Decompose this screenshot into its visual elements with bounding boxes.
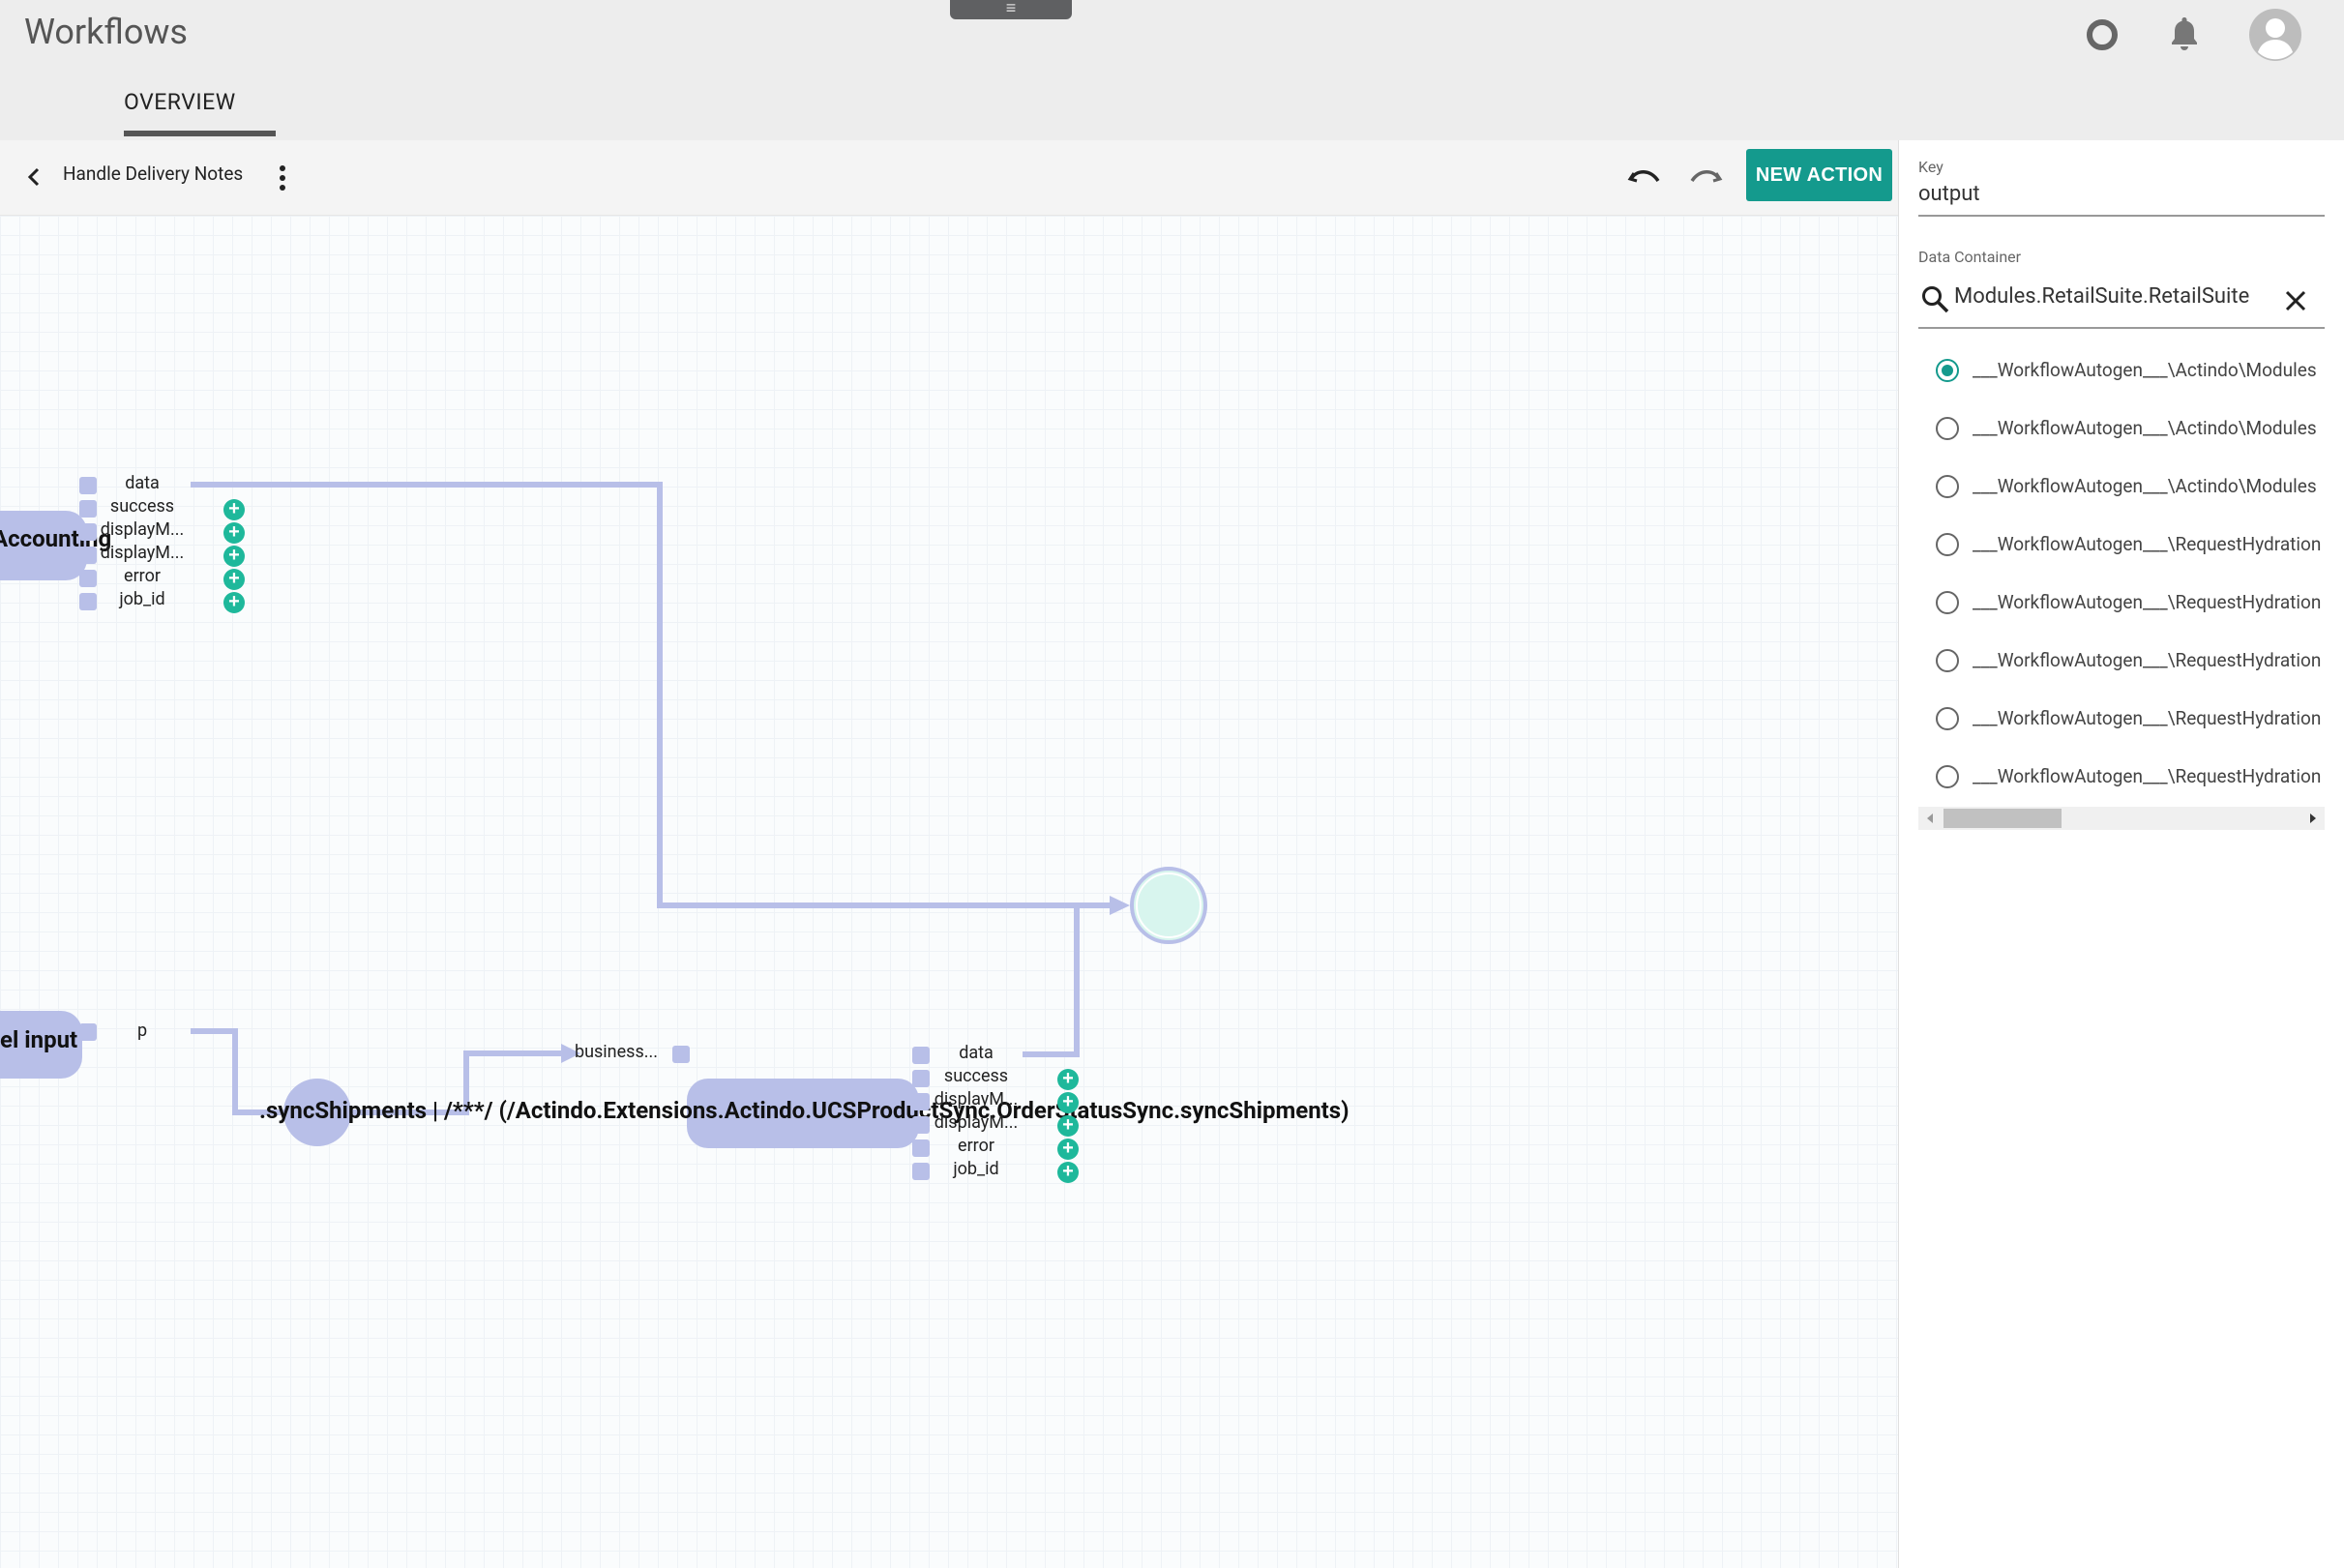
key-field[interactable]: output — [1918, 182, 1980, 206]
port-label: success — [109, 496, 175, 517]
port-label: displayM... — [100, 543, 185, 563]
scroll-right-icon[interactable] — [2306, 811, 2320, 826]
radio-icon[interactable] — [1936, 707, 1959, 730]
port-label: data — [959, 1043, 994, 1063]
data-container-label: Data Container — [1918, 248, 2022, 266]
workflow-connections — [191, 482, 1207, 1146]
port-label: success — [943, 1066, 1009, 1086]
add-port-icon[interactable]: + — [1057, 1092, 1079, 1113]
radio-icon[interactable] — [1936, 765, 1959, 788]
radio-checked-icon[interactable] — [1936, 359, 1959, 382]
data-container-option[interactable]: ___WorkflowAutogen___\RequestHydration — [1930, 699, 2327, 738]
add-port-icon[interactable]: + — [1057, 1139, 1079, 1160]
option-label: ___WorkflowAutogen___\RequestHydration — [1973, 707, 2322, 729]
data-container-option[interactable]: ___WorkflowAutogen___\RequestHydration — [1930, 641, 2327, 680]
port-label: job_id — [953, 1159, 999, 1179]
connection-wire — [191, 482, 1122, 908]
data-container-option[interactable]: ___WorkflowAutogen___\Actindo\Modules — [1930, 351, 2327, 390]
port-handle[interactable] — [672, 1046, 690, 1063]
data-container-option[interactable]: ___WorkflowAutogen___\Actindo\Modules — [1930, 409, 2327, 448]
app-title: Workflows — [24, 12, 188, 52]
node-title: .syncShipments | /***/ (/Actindo.Extensi… — [259, 1097, 1350, 1124]
search-input[interactable]: Modules.RetailSuite.RetailSuite — [1954, 284, 2269, 309]
add-port-icon[interactable]: + — [1057, 1115, 1079, 1137]
option-label: ___WorkflowAutogen___\Actindo\Modules — [1973, 475, 2317, 497]
option-label: ___WorkflowAutogen___\RequestHydration — [1973, 649, 2322, 671]
option-label: ___WorkflowAutogen___\RequestHydration — [1973, 533, 2322, 555]
clear-icon[interactable] — [2281, 286, 2310, 315]
port-label: job_id — [119, 589, 165, 609]
radio-icon[interactable] — [1936, 649, 1959, 672]
tab-overview[interactable]: OVERVIEW — [124, 89, 236, 115]
port-label: error — [958, 1136, 994, 1156]
add-port-icon[interactable]: + — [223, 592, 245, 613]
port-label: data — [125, 473, 160, 493]
option-label: ___WorkflowAutogen___\RequestHydration — [1973, 765, 2322, 787]
new-action-button[interactable]: NEW ACTION — [1746, 149, 1892, 201]
data-container-option[interactable]: ___WorkflowAutogen___\RequestHydration — [1930, 525, 2327, 564]
port-label: displayM... — [934, 1089, 1019, 1109]
app-header — [0, 0, 2344, 140]
search-icon — [1922, 286, 1949, 313]
radio-icon[interactable] — [1936, 475, 1959, 498]
radio-icon[interactable] — [1936, 533, 1959, 556]
option-label: ___WorkflowAutogen___\Actindo\Modules — [1973, 417, 2317, 439]
workflow-name: Handle Delivery Notes — [63, 163, 244, 185]
connection-wire — [1023, 905, 1080, 1057]
undo-icon[interactable] — [1625, 160, 1664, 194]
scrollbar-thumb[interactable] — [1943, 809, 2062, 828]
connection-arrow — [1110, 896, 1130, 915]
avatar-icon[interactable] — [2248, 8, 2302, 62]
back-chevron-icon[interactable] — [19, 160, 48, 194]
data-container-option[interactable]: ___WorkflowAutogen___\RequestHydration — [1930, 757, 2327, 796]
data-container-option[interactable]: ___WorkflowAutogen___\RequestHydration — [1930, 583, 2327, 622]
bell-icon[interactable] — [2167, 14, 2202, 54]
scroll-left-icon[interactable] — [1923, 811, 1937, 826]
add-port-icon[interactable]: + — [223, 522, 245, 544]
add-port-icon[interactable]: + — [223, 569, 245, 590]
redo-icon[interactable] — [1686, 160, 1725, 194]
port-label: displayM... — [934, 1112, 1019, 1133]
radio-icon[interactable] — [1936, 417, 1959, 440]
node-title: el input — [0, 1026, 78, 1053]
key-label: Key — [1918, 158, 1943, 176]
radio-icon[interactable] — [1936, 591, 1959, 614]
menu-handle[interactable]: ≡ — [950, 0, 1072, 19]
end-node[interactable] — [1130, 867, 1207, 944]
tab-active-indicator — [124, 131, 276, 136]
add-port-icon[interactable]: + — [223, 499, 245, 520]
port-label: error — [124, 566, 161, 586]
port-label: business... — [574, 1042, 658, 1062]
circle-status-icon[interactable] — [2085, 17, 2120, 52]
workflow-canvas[interactable]: Accounting data success displayM... disp… — [0, 216, 1898, 1568]
add-port-icon[interactable]: + — [1057, 1069, 1079, 1090]
data-container-option[interactable]: ___WorkflowAutogen___\Actindo\Modules — [1930, 467, 2327, 506]
option-label: ___WorkflowAutogen___\Actindo\Modules — [1973, 359, 2317, 381]
option-label: ___WorkflowAutogen___\RequestHydration — [1973, 591, 2322, 613]
add-port-icon[interactable]: + — [223, 546, 245, 567]
key-field-underline — [1918, 215, 2325, 217]
add-port-icon[interactable]: + — [1057, 1162, 1079, 1183]
port-label: p — [136, 1021, 148, 1041]
port-label: displayM... — [100, 519, 185, 540]
more-vert-icon[interactable] — [273, 161, 292, 195]
